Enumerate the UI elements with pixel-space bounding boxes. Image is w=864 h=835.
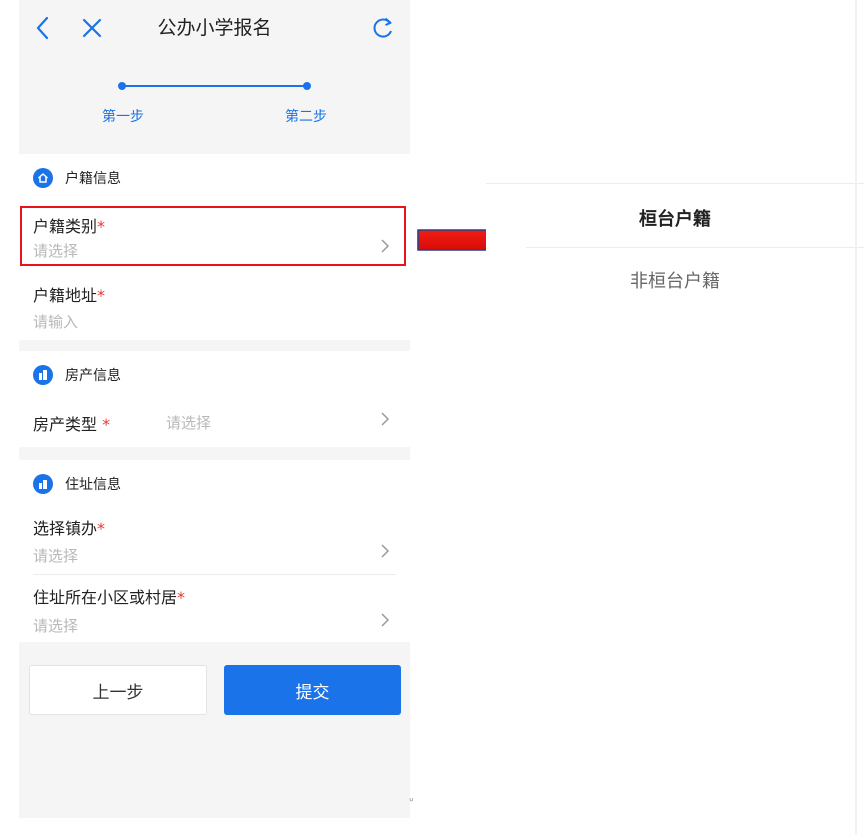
section-title: 房产信息 (65, 368, 121, 384)
field-divider (33, 574, 396, 575)
residence-section-header: 住址信息 (33, 472, 121, 496)
required-mark: * (102, 415, 111, 434)
picker-option-local[interactable]: 桓台户籍 (486, 205, 864, 231)
highlight-box (20, 206, 406, 266)
community-select[interactable]: 请选择 (33, 615, 78, 636)
section-title: 住址信息 (65, 477, 121, 493)
property-section-header: 房产信息 (33, 363, 121, 387)
step-indicator: 第一步 第二步 (19, 70, 410, 130)
page-title: 公办小学报名 (157, 17, 272, 39)
required-mark: * (97, 519, 106, 538)
community-label: 住址所在小区或村居* (33, 584, 185, 608)
picker-option-nonlocal[interactable]: 非桓台户籍 (486, 267, 864, 293)
picker-top-divider (486, 183, 864, 184)
home-icon (33, 168, 53, 188)
town-label: 选择镇办* (33, 515, 105, 539)
property-type-select[interactable]: 请选择 (166, 412, 211, 433)
submit-button[interactable]: 提交 (224, 665, 401, 715)
field-label-text: 选择镇办 (33, 519, 98, 538)
required-mark: * (97, 286, 106, 305)
field-label-text: 房产类型 (33, 415, 98, 434)
section-title: 户籍信息 (65, 171, 121, 187)
household-address-input[interactable]: 请输入 (33, 311, 78, 332)
prev-step-button[interactable]: 上一步 (29, 665, 207, 715)
phone-screen: 公办小学报名 第一步 第二步 户籍信息 户籍类别* 请选择 户籍地址* 请输入 (19, 0, 410, 818)
field-label-text: 住址所在小区或村居 (33, 588, 178, 607)
chevron-right-icon (380, 543, 390, 564)
step-label-2: 第二步 (285, 109, 327, 125)
required-mark: * (177, 588, 186, 607)
property-type-label: 房产类型 * (33, 411, 110, 435)
residence-section: 住址信息 选择镇办* 请选择 住址所在小区或村居* 请选择 (19, 460, 410, 642)
right-edge-line (855, 0, 857, 835)
residence-icon (33, 474, 53, 494)
refresh-icon[interactable] (370, 14, 396, 46)
household-address-label: 户籍地址* (33, 282, 105, 306)
nav-bar: 公办小学报名 (19, 0, 410, 56)
chevron-right-icon (380, 411, 390, 432)
step-line (122, 85, 307, 87)
town-select[interactable]: 请选择 (33, 545, 78, 566)
property-section: 房产信息 房产类型 * 请选择 (19, 351, 410, 447)
building-icon (33, 365, 53, 385)
household-type-picker: 桓台户籍 非桓台户籍 (486, 0, 864, 835)
step-dot-1 (118, 82, 126, 90)
step-dot-2 (303, 82, 311, 90)
field-label-text: 户籍地址 (33, 286, 98, 305)
step-label-1: 第一步 (102, 109, 144, 125)
stray-mark: ᐡ (409, 795, 414, 809)
picker-option-divider (526, 247, 864, 248)
household-section-header: 户籍信息 (33, 166, 121, 190)
chevron-right-icon (380, 612, 390, 633)
